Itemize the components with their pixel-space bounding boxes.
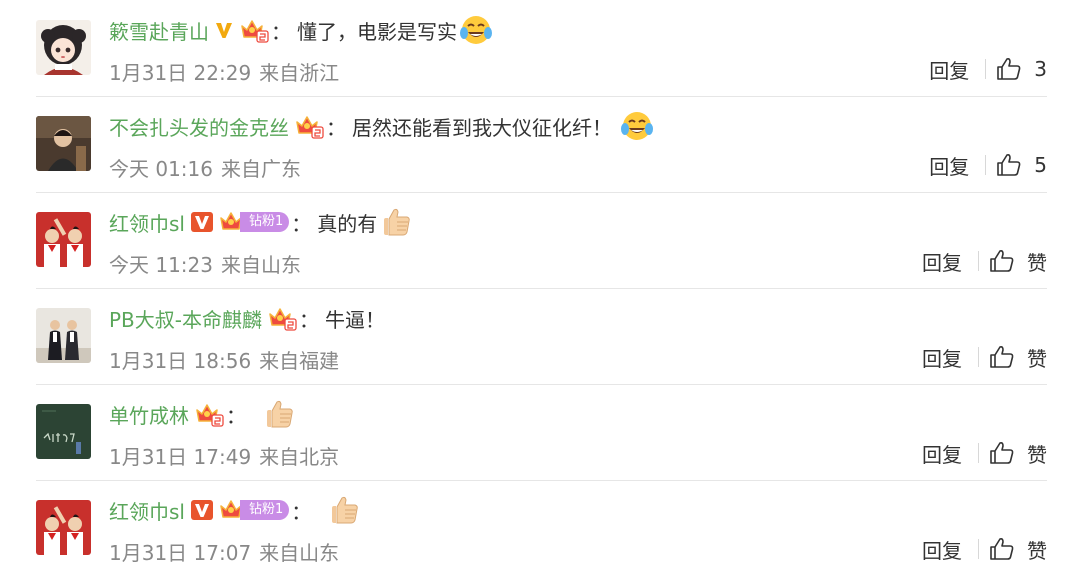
comment-location: 来自山东 [259,541,340,565]
colon: ： [226,403,246,428]
verified-v-icon [214,20,234,40]
username-link[interactable]: 红领巾sl [109,496,185,525]
fan-level-label: 钻粉1 [239,212,290,232]
colon: ： [299,307,319,332]
avatar[interactable] [36,212,91,267]
comment-time: 今天 11:23 [109,253,213,277]
verified-v-icon [190,499,214,521]
comment-location: 来自广东 [221,157,301,181]
username-link[interactable]: 红领巾sl [109,208,185,237]
like-label: 赞 [1027,442,1047,467]
username-link[interactable]: 单竹成林 [109,400,189,429]
thumbs-up-emoji-icon [379,205,413,239]
thumbs-up-icon [989,537,1015,561]
crown-badge-icon [194,401,224,427]
username-link[interactable]: PB大叔-本命麒麟 [109,304,262,333]
like-button[interactable]: 赞 [989,343,1047,372]
action-divider [978,251,979,271]
comment-location: 来自山东 [221,253,301,277]
comment-time: 1月31日 22:29 [109,61,252,85]
colon: ： [291,211,312,236]
reply-button[interactable]: 回复 [922,343,962,372]
action-divider [978,347,979,367]
crown-badge-icon [294,113,324,139]
comment-item: PB大叔-本命麒麟 ： 牛逼！ 1月31日 18:56 来自福建 回复 赞 [0,288,1080,384]
fan-level-label: 钻粉1 [239,500,290,520]
like-label: 赞 [1027,250,1047,275]
comment-time: 1月31日 17:07 [109,541,252,565]
like-button[interactable]: 3 [996,57,1047,81]
action-divider [985,155,987,175]
colon: ： [271,19,291,44]
comment-text: 真的有 [317,211,378,236]
username-link[interactable]: 不会扎头发的金克丝 [109,112,289,141]
comment-text: 居然还能看到我大仪征化纤！ [352,115,612,140]
laugh-cry-emoji-icon [459,13,493,47]
comment-item: 红领巾sl 钻粉1 ： 真的有 今天 11:23 来自山东 回复 赞 [0,192,1080,288]
avatar[interactable] [36,116,91,171]
comment-text: 牛逼！ [325,307,385,332]
like-button[interactable]: 赞 [989,439,1047,468]
reply-button[interactable]: 回复 [922,535,962,564]
avatar[interactable] [36,404,91,459]
comment-time: 1月31日 17:49 [109,445,252,469]
like-label: 赞 [1027,538,1047,563]
colon: ： [291,499,312,524]
action-divider [978,443,979,463]
fan-level-badge: 钻粉1 [218,497,290,523]
comment-time: 今天 01:16 [109,157,213,181]
verified-v-icon [190,211,214,233]
thumbs-up-emoji-icon [262,397,296,431]
comment-text: 懂了，电影是写实 [297,19,457,44]
thumbs-up-icon [989,249,1015,273]
laugh-cry-emoji-icon [620,109,654,143]
comment-list: 簌雪赴青山 ： 懂了，电影是写实 1月31日 22:29 来自浙江 回复 3 不… [0,0,1080,573]
thumbs-up-icon [996,57,1022,81]
crown-badge-icon [239,17,269,43]
thumbs-up-icon [989,441,1015,465]
crown-badge-icon [267,305,297,331]
action-divider [985,59,987,79]
fan-level-badge: 钻粉1 [218,209,290,235]
avatar[interactable] [36,500,91,555]
comment-time: 1月31日 18:56 [109,349,252,373]
comment-location: 来自北京 [259,445,340,469]
action-divider [978,539,979,559]
comment-location: 来自浙江 [259,61,340,85]
like-button[interactable]: 5 [996,153,1047,177]
thumbs-up-icon [989,345,1015,369]
reply-button[interactable]: 回复 [922,439,962,468]
thumbs-up-emoji-icon [327,493,361,527]
comment-location: 来自福建 [259,349,340,373]
like-label: 赞 [1027,346,1047,371]
thumbs-up-icon [996,153,1022,177]
comment-item: 红领巾sl 钻粉1 ： 1月31日 17:07 来自山东 回复 赞 [0,480,1080,576]
comment-item: 单竹成林 ： 1月31日 17:49 来自北京 回复 赞 [0,384,1080,480]
like-count: 3 [1034,57,1047,81]
avatar[interactable] [36,20,91,75]
comment-item: 簌雪赴青山 ： 懂了，电影是写实 1月31日 22:29 来自浙江 回复 3 [0,0,1080,96]
avatar[interactable] [36,308,91,363]
like-count: 5 [1034,153,1047,177]
like-button[interactable]: 赞 [989,535,1047,564]
username-link[interactable]: 簌雪赴青山 [109,16,209,45]
reply-button[interactable]: 回复 [929,151,969,180]
colon: ： [326,115,346,140]
reply-button[interactable]: 回复 [922,247,962,276]
comment-item: 不会扎头发的金克丝 ： 居然还能看到我大仪征化纤！ 今天 01:16 来自广东 … [0,96,1080,192]
reply-button[interactable]: 回复 [929,55,969,84]
like-button[interactable]: 赞 [989,247,1047,276]
